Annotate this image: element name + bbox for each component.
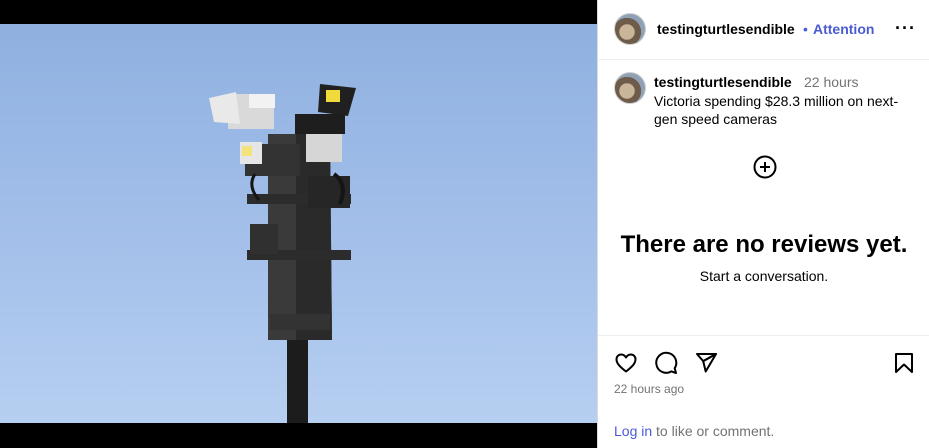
caption-text: Victoria spending $28.3 million on next-… (654, 93, 899, 127)
avatar[interactable] (614, 13, 646, 45)
like-heart-icon[interactable] (614, 351, 638, 375)
empty-reviews-subtitle: Start a conversation. (699, 268, 829, 284)
posted-timestamp: 22 hours ago (614, 382, 685, 396)
save-bookmark-icon[interactable] (892, 351, 916, 375)
post-sidebar: testingturtlesendible • Attention ··· te… (597, 0, 929, 448)
more-options-icon[interactable]: ··· (895, 19, 916, 37)
attention-link[interactable]: Attention (813, 21, 874, 37)
caption-username[interactable]: testingturtlesendible (654, 74, 792, 90)
login-suffix: to like or comment. (652, 423, 775, 439)
caption-avatar[interactable] (614, 72, 646, 104)
login-prompt: Log in to like or comment. (614, 423, 774, 439)
post-image[interactable] (0, 24, 597, 423)
header-separator: • (803, 21, 808, 37)
caption-timestamp: 22 hours (804, 74, 859, 90)
comment-bubble-icon[interactable] (654, 351, 678, 375)
login-link[interactable]: Log in (614, 423, 652, 439)
empty-reviews-title: There are no reviews yet. (620, 231, 908, 258)
post-header: testingturtlesendible • Attention ··· (598, 0, 929, 60)
header-username[interactable]: testingturtlesendible (657, 21, 795, 37)
speed-camera-illustration (209, 84, 356, 423)
share-plane-icon[interactable] (694, 351, 718, 375)
media-pane (0, 0, 597, 448)
add-circle-icon[interactable] (753, 155, 777, 179)
post-actions: 22 hours ago Log in to like or comment. (598, 335, 929, 448)
